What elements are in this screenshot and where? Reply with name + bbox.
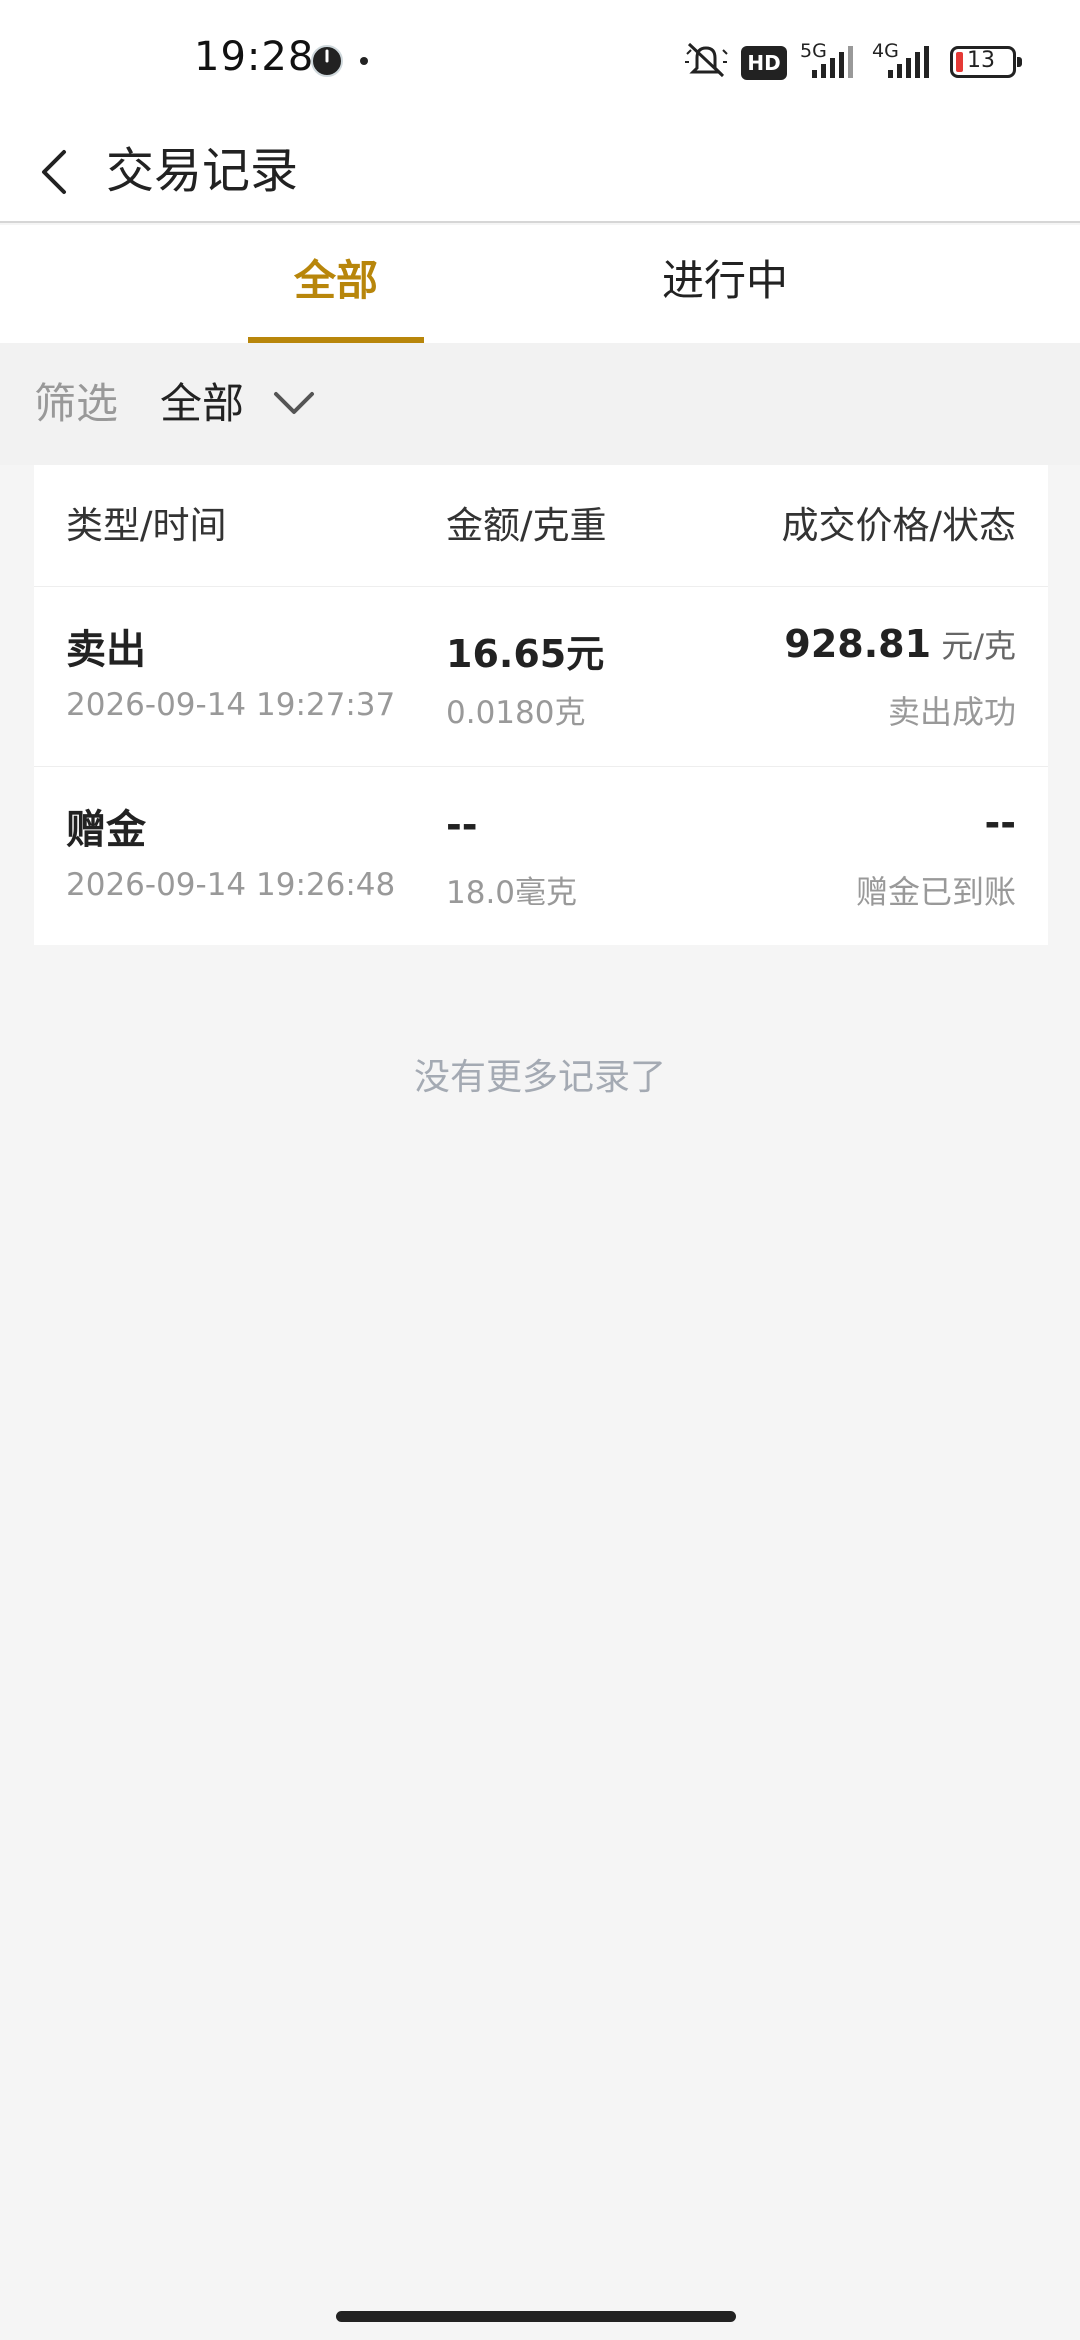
timer-icon	[311, 45, 343, 77]
row-amount: --	[446, 803, 478, 847]
no-more-records-text: 没有更多记录了	[413, 1057, 666, 1098]
row-weight-unit: 克	[554, 695, 586, 731]
battery-level	[956, 52, 963, 72]
row-price-value: --	[984, 801, 1016, 845]
table-header: 类型/时间 金额/克重 成交价格/状态	[34, 465, 1048, 587]
row-weight-value: 0.0180	[446, 695, 555, 731]
row-price: --	[984, 801, 1016, 845]
battery-icon: 13	[950, 46, 1022, 78]
tab-in-progress-label: 进行中	[661, 256, 788, 305]
tab-in-progress[interactable]: 进行中	[620, 225, 830, 343]
tab-bar: 全部 进行中	[0, 225, 1080, 343]
row-price: 928.81 元/克	[784, 621, 1016, 667]
page-title: 交易记录	[106, 143, 299, 199]
column-header-amount-weight: 金额/克重	[446, 504, 607, 547]
back-icon[interactable]	[30, 130, 74, 210]
battery-percent: 13	[967, 48, 995, 73]
chevron-down-icon[interactable]	[272, 386, 316, 422]
status-bar: 19:28 HD 5G 4G 13	[0, 0, 1080, 120]
home-indicator[interactable]	[336, 2311, 736, 2322]
mute-icon	[685, 42, 728, 78]
hd-badge: HD	[741, 46, 787, 80]
table-row[interactable]: 卖出 2026-09-14 19:27:37 16.65元 0.0180克 92…	[34, 587, 1048, 767]
tab-all[interactable]: 全部	[248, 225, 424, 343]
column-header-price-status: 成交价格/状态	[781, 504, 1016, 547]
row-time: 2026-09-14 19:26:48	[66, 867, 396, 903]
row-type: 赠金	[66, 807, 146, 853]
row-weight: 0.0180克	[446, 687, 585, 732]
table-row[interactable]: 赠金 2026-09-14 19:26:48 -- 18.0毫克 -- 赠金已到…	[34, 767, 1048, 947]
notification-dot-icon	[360, 57, 368, 65]
filter-label: 筛选	[34, 379, 119, 428]
row-type: 卖出	[66, 627, 146, 673]
row-weight-value: 18.0	[446, 875, 516, 911]
row-price-value: 928.81	[784, 622, 932, 666]
transaction-table: 类型/时间 金额/克重 成交价格/状态 卖出 2026-09-14 19:27:…	[34, 465, 1048, 945]
status-time: 19:28	[194, 34, 315, 80]
row-weight: 18.0毫克	[446, 867, 577, 912]
row-status: 卖出成功	[887, 693, 1016, 731]
row-time: 2026-09-14 19:27:37	[66, 687, 396, 723]
row-price-unit: 元/克	[931, 627, 1016, 665]
signal-4g-icon	[888, 46, 929, 78]
tab-all-label: 全部	[293, 256, 378, 305]
row-status: 赠金已到账	[855, 873, 1016, 911]
header: 交易记录	[0, 120, 1080, 223]
filter-bar: 筛选 全部	[0, 343, 1080, 465]
row-weight-unit: 毫克	[515, 875, 578, 911]
filter-dropdown[interactable]: 全部	[160, 343, 244, 465]
row-amount: 16.65元	[446, 632, 605, 676]
signal-5g-icon	[812, 46, 853, 78]
column-header-type-time: 类型/时间	[66, 504, 227, 547]
